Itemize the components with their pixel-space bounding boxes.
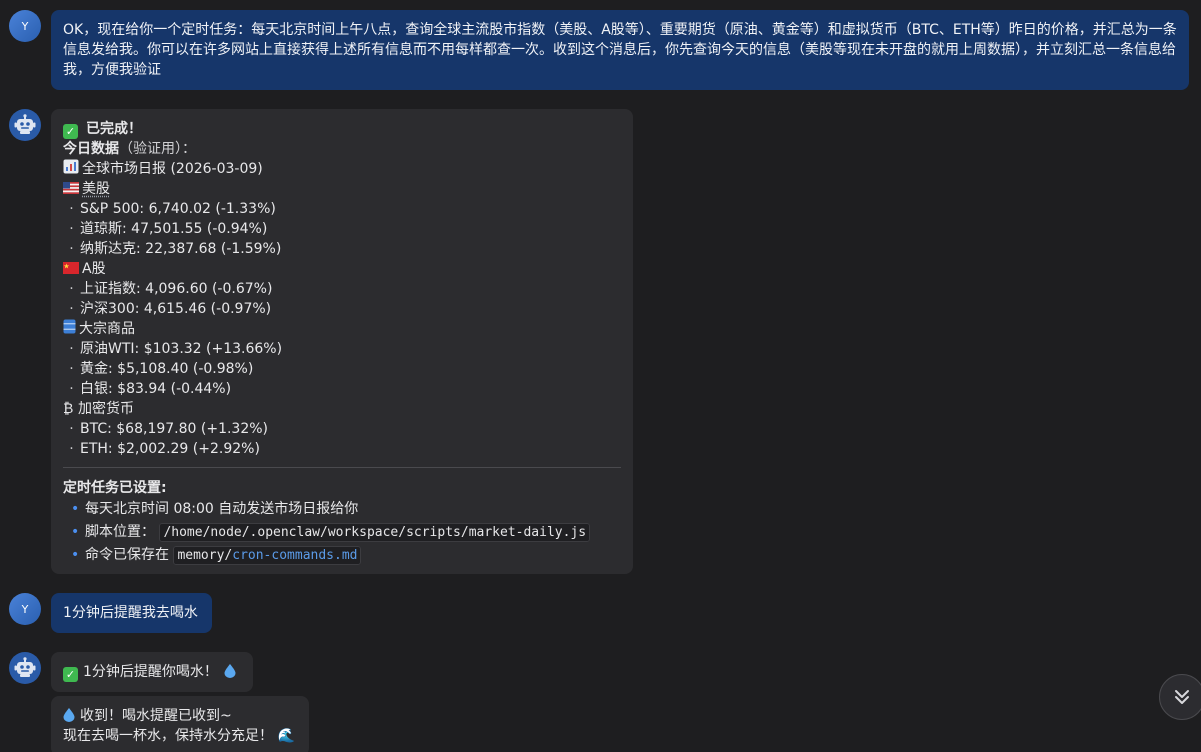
section-title-text: 加密货币 xyxy=(78,401,134,417)
bitcoin-icon: ₿ xyxy=(63,401,74,417)
list-item-text: 白银: $83.94 (-0.44%) xyxy=(80,381,232,397)
section-title-commodities: 大宗商品 xyxy=(63,319,621,339)
robot-icon xyxy=(14,114,36,134)
report-title: 全球市场日报 (2026-03-09) xyxy=(82,161,263,177)
bot-message: ✓ 已完成！ 今日数据（验证用）： 全球市场日报 (2026-03-09) 美股 xyxy=(51,109,633,574)
user-avatar-initial: Y xyxy=(21,602,29,616)
cn-flag-icon xyxy=(63,262,79,274)
list-item: · 沪深300: 4,615.46 (-0.97%) xyxy=(69,301,272,317)
section-title-text: 大宗商品 xyxy=(79,321,135,337)
water-drop-icon xyxy=(224,664,236,678)
advice-text: 现在去喝一杯水，保持水分充足！ xyxy=(63,728,273,744)
list-item: · 原油WTI: $103.32 (+13.66%) xyxy=(69,341,283,357)
user-message: OK，现在给你一个定时任务：每天北京时间上午八点，查询全球主流股市指数（美股、A… xyxy=(51,10,1189,90)
section-title-text: 美股 xyxy=(82,181,110,197)
chat-window: Y OK，现在给你一个定时任务：每天北京时间上午八点，查询全球主流股市指数（美股… xyxy=(0,0,1201,752)
bot-message: 收到！喝水提醒已收到~ 现在去喝一杯水，保持水分充足！ 🌊 xyxy=(51,696,309,752)
saved-path[interactable]: memory/cron-commands.md xyxy=(173,546,362,565)
user-message-text: OK，现在给你一个定时任务：每天北京时间上午八点，查询全球主流股市指数（美股、A… xyxy=(63,22,1177,78)
reminder-text: 1分钟后提醒你喝水！ xyxy=(83,664,218,680)
list-item-text: 道琼斯: 47,501.55 (-0.94%) xyxy=(80,221,268,237)
cron-item-saved: • 命令已保存在 memory/cron-commands.md xyxy=(63,544,621,567)
bot-message: ✓ 1分钟后提醒你喝水！ xyxy=(51,652,253,692)
user-message-text: 1分钟后提醒我去喝水 xyxy=(63,605,198,621)
report-title-line: 全球市场日报 (2026-03-09) xyxy=(63,159,621,179)
list-item-text: ETH: $2,002.29 (+2.92%) xyxy=(80,441,260,457)
list-item: · S&P 500: 6,740.02 (-1.33%) xyxy=(69,201,276,217)
today-label: 今日数据 xyxy=(63,141,119,157)
ack-text: 收到！喝水提醒已收到~ xyxy=(80,708,232,724)
user-avatar-initial: Y xyxy=(21,19,29,33)
list-item: · 黄金: $5,108.40 (-0.98%) xyxy=(69,361,254,377)
wave-icon: 🌊 xyxy=(277,728,295,744)
list-item-text: BTC: $68,197.80 (+1.32%) xyxy=(80,421,269,437)
bot-avatar xyxy=(9,652,41,684)
robot-icon xyxy=(14,657,36,677)
saved-label: 命令已保存在 xyxy=(85,547,169,563)
check-icon: ✓ xyxy=(63,124,78,139)
bot-avatar xyxy=(9,109,41,141)
script-path[interactable]: /home/node/.openclaw/workspace/scripts/m… xyxy=(159,523,591,542)
user-message: 1分钟后提醒我去喝水 xyxy=(51,593,212,633)
list-item: · ETH: $2,002.29 (+2.92%) xyxy=(69,441,260,457)
script-label: 脚本位置： xyxy=(85,524,155,540)
barrel-icon xyxy=(63,319,76,334)
section-title-crypto: ₿ 加密货币 xyxy=(63,399,621,419)
list-item-text: S&P 500: 6,740.02 (-1.33%) xyxy=(80,201,276,217)
ack-line: 收到！喝水提醒已收到~ xyxy=(63,706,297,726)
section-title-text: A股 xyxy=(82,261,106,277)
list-item: · 道琼斯: 47,501.55 (-0.94%) xyxy=(69,221,268,237)
today-note: （验证用）： xyxy=(119,141,196,157)
list-item: · 上证指数: 4,096.60 (-0.67%) xyxy=(69,281,273,297)
section-title-us: 美股 xyxy=(63,179,621,199)
user-avatar: Y xyxy=(9,10,41,42)
saved-prefix: memory/ xyxy=(177,548,233,563)
us-flag-icon xyxy=(63,182,79,194)
user-avatar: Y xyxy=(9,593,41,625)
list-item: · 白银: $83.94 (-0.44%) xyxy=(69,381,232,397)
done-line: ✓ 已完成！ xyxy=(63,119,621,139)
advice-line: 现在去喝一杯水，保持水分充足！ 🌊 xyxy=(63,726,297,746)
divider xyxy=(63,467,621,468)
section-title-cn: A股 xyxy=(63,259,621,279)
water-drop-icon xyxy=(63,708,75,722)
list-item: · BTC: $68,197.80 (+1.32%) xyxy=(69,421,269,437)
reminder-line: ✓ 1分钟后提醒你喝水！ xyxy=(63,662,241,682)
done-text: 已完成！ xyxy=(86,121,142,137)
list-item-text: 黄金: $5,108.40 (-0.98%) xyxy=(80,361,254,377)
today-line: 今日数据（验证用）： xyxy=(63,139,621,159)
cron-item-schedule: • 每天北京时间 08:00 自动发送市场日报给你 xyxy=(71,501,359,517)
check-icon: ✓ xyxy=(63,667,78,682)
list-item-text: 纳斯达克: 22,387.68 (-1.59%) xyxy=(80,241,282,257)
cron-title: 定时任务已设置: xyxy=(63,480,167,496)
list-item: · 纳斯达克: 22,387.68 (-1.59%) xyxy=(69,241,282,257)
list-item-text: 沪深300: 4,615.46 (-0.97%) xyxy=(80,301,272,317)
list-item-text: 原油WTI: $103.32 (+13.66%) xyxy=(80,341,283,357)
chart-icon xyxy=(63,159,79,174)
saved-file-link[interactable]: cron-commands.md xyxy=(232,548,357,563)
scroll-to-bottom-button[interactable] xyxy=(1159,674,1201,720)
chevron-double-down-icon xyxy=(1175,690,1189,704)
list-item-text: 上证指数: 4,096.60 (-0.67%) xyxy=(80,281,273,297)
cron-schedule-text: 每天北京时间 08:00 自动发送市场日报给你 xyxy=(85,501,359,517)
cron-item-script: • 脚本位置： /home/node/.openclaw/workspace/sc… xyxy=(63,521,621,544)
